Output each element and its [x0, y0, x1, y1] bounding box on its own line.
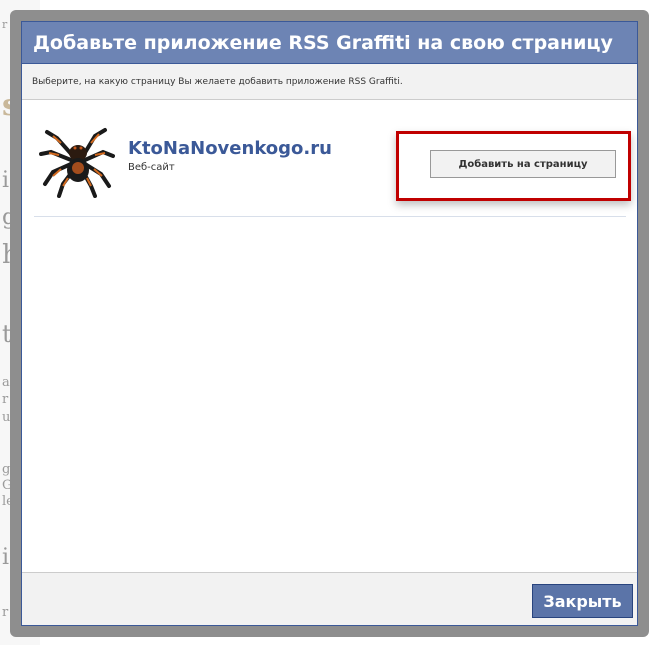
close-button[interactable]: Закрыть [532, 584, 633, 618]
page-list-item: KtoNaNovenkogo.ru Веб-сайт Добавить на с… [34, 118, 631, 217]
add-to-page-button[interactable]: Добавить на страницу [430, 150, 616, 178]
page-name-link[interactable]: KtoNaNovenkogo.ru [128, 138, 332, 159]
add-app-dialog: Добавьте приложение RSS Graffiti на свою… [21, 21, 638, 626]
spider-avatar-icon [39, 118, 115, 198]
dialog-footer: Закрыть [22, 572, 637, 625]
dialog-instruction: Выберите, на какую страницу Вы желаете д… [22, 64, 637, 100]
dialog-title: Добавьте приложение RSS Graffiti на свою… [22, 22, 637, 64]
dialog-body: KtoNaNovenkogo.ru Веб-сайт Добавить на с… [22, 100, 637, 590]
page-type-label: Веб-сайт [128, 162, 175, 173]
